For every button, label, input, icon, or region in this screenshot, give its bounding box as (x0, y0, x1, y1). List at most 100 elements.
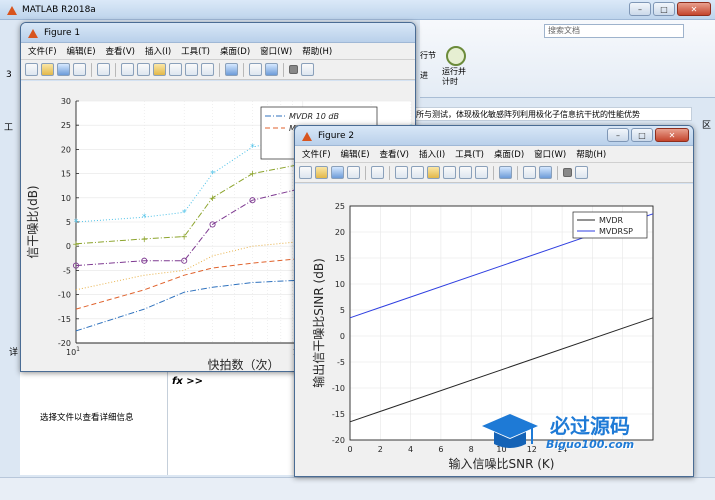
y-tick-label: -15 (332, 410, 345, 419)
menu-desktop[interactable]: 桌面(D) (489, 148, 529, 160)
pan-icon[interactable] (427, 166, 440, 179)
menu-edit[interactable]: 编辑(E) (336, 148, 375, 160)
menu-insert[interactable]: 插入(I) (140, 45, 176, 57)
open-file-icon[interactable] (41, 63, 54, 76)
menu-view[interactable]: 查看(V) (101, 45, 140, 57)
minimize-button[interactable]: – (607, 128, 629, 142)
figure1-menubar: 文件(F) 编辑(E) 查看(V) 插入(I) 工具(T) 桌面(D) 窗口(W… (21, 43, 415, 60)
figure2-titlebar[interactable]: Figure 2 – □ ✕ (295, 126, 693, 146)
show-tools-icon[interactable] (575, 166, 588, 179)
colorbar-icon[interactable] (523, 166, 536, 179)
x-tick-label: 6 (438, 445, 443, 454)
new-figure-icon[interactable] (299, 166, 312, 179)
command-window[interactable]: fx >> (168, 372, 298, 475)
rotate-icon[interactable] (169, 63, 182, 76)
y-tick-label: 20 (335, 228, 345, 237)
print-icon[interactable] (73, 63, 86, 76)
x-tick-label: 2 (378, 445, 383, 454)
run-and-time-icon[interactable] (446, 46, 466, 66)
search-input[interactable]: 搜索文档 (544, 24, 684, 38)
y-tick-label: 30 (61, 97, 71, 106)
print-icon[interactable] (347, 166, 360, 179)
x-tick-label: 0 (347, 445, 352, 454)
link-plot-icon[interactable] (225, 63, 238, 76)
app-titlebar: MATLAB R2018a – □ ✕ (0, 0, 715, 20)
menu-help[interactable]: 帮助(H) (571, 148, 611, 160)
matlab-logo-icon (6, 4, 18, 16)
series-marker: * (74, 218, 79, 228)
y-tick-label: 5 (66, 218, 71, 227)
ribbon-button-run-time[interactable]: 运行并 计时 (442, 67, 466, 87)
edit-plot-icon[interactable] (371, 166, 384, 179)
hide-tools-icon[interactable] (563, 168, 572, 177)
toolbar-divider (283, 62, 284, 77)
link-plot-icon[interactable] (499, 166, 512, 179)
maximize-button[interactable]: □ (653, 2, 675, 16)
figure1-titlebar[interactable]: Figure 1 (21, 23, 415, 43)
brush-icon[interactable] (201, 63, 214, 76)
close-button[interactable]: ✕ (655, 128, 689, 142)
brush-icon[interactable] (475, 166, 488, 179)
menu-view[interactable]: 查看(V) (375, 148, 414, 160)
path-strip: 所与测试，体现极化敏感阵列利用极化子信息抗干扰的性能优势 (412, 107, 692, 121)
ribbon-button-advance[interactable]: 进 (420, 70, 428, 81)
y-tick-label: -15 (58, 315, 71, 324)
toolbar-divider (389, 165, 390, 180)
ribbon-button-section[interactable]: 行节 (420, 50, 436, 61)
x-axis-label: 快拍数（次） (207, 357, 279, 371)
new-figure-icon[interactable] (25, 63, 38, 76)
figure1-toolbar (21, 60, 415, 80)
minimize-button[interactable]: – (629, 2, 651, 16)
mini-label: 3 (6, 70, 12, 80)
series-marker: + (180, 233, 188, 243)
hide-tools-icon[interactable] (289, 65, 298, 74)
zoom-out-icon[interactable] (137, 63, 150, 76)
menu-help[interactable]: 帮助(H) (297, 45, 337, 57)
legend-label: MVDR (599, 216, 624, 225)
figure2-toolbar (295, 163, 693, 183)
pan-icon[interactable] (153, 63, 166, 76)
toolbar-divider (557, 165, 558, 180)
status-bar (0, 477, 715, 500)
menu-edit[interactable]: 编辑(E) (62, 45, 101, 57)
menu-window[interactable]: 窗口(W) (529, 148, 571, 160)
menu-desktop[interactable]: 桌面(D) (215, 45, 255, 57)
y-axis-label: 输出信干噪比SINR (dB) (311, 258, 326, 388)
toolbar-divider (493, 165, 494, 180)
app-window-controls: – □ ✕ (629, 2, 711, 16)
legend-icon[interactable] (539, 166, 552, 179)
menu-file[interactable]: 文件(F) (297, 148, 336, 160)
watermark-logo: 必过源码 Biguo100.com (480, 410, 690, 460)
maximize-button[interactable]: □ (631, 128, 653, 142)
menu-window[interactable]: 窗口(W) (255, 45, 297, 57)
close-button[interactable]: ✕ (677, 2, 711, 16)
colorbar-icon[interactable] (249, 63, 262, 76)
y-tick-label: 0 (340, 332, 345, 341)
open-file-icon[interactable] (315, 166, 328, 179)
save-icon[interactable] (57, 63, 70, 76)
figure1-title: Figure 1 (44, 27, 81, 38)
toolbar-divider (115, 62, 116, 77)
y-axis-label: 信干噪比(dB) (26, 185, 40, 258)
rotate-icon[interactable] (443, 166, 456, 179)
show-tools-icon[interactable] (301, 63, 314, 76)
menu-file[interactable]: 文件(F) (23, 45, 62, 57)
menu-tools[interactable]: 工具(T) (450, 148, 489, 160)
save-icon[interactable] (331, 166, 344, 179)
data-cursor-icon[interactable] (459, 166, 472, 179)
zoom-in-icon[interactable] (121, 63, 134, 76)
legend-icon[interactable] (265, 63, 278, 76)
series-marker: + (72, 240, 80, 250)
figure2-title: Figure 2 (318, 130, 355, 141)
menu-insert[interactable]: 插入(I) (414, 148, 450, 160)
zoom-out-icon[interactable] (411, 166, 424, 179)
matlab-figure-icon (301, 130, 313, 142)
zoom-in-icon[interactable] (395, 166, 408, 179)
data-cursor-icon[interactable] (185, 63, 198, 76)
y-tick-label: -5 (337, 358, 345, 367)
edit-plot-icon[interactable] (97, 63, 110, 76)
app-title: MATLAB R2018a (22, 4, 96, 15)
toolbar-divider (91, 62, 92, 77)
menu-tools[interactable]: 工具(T) (176, 45, 215, 57)
y-tick-label: -10 (332, 384, 345, 393)
